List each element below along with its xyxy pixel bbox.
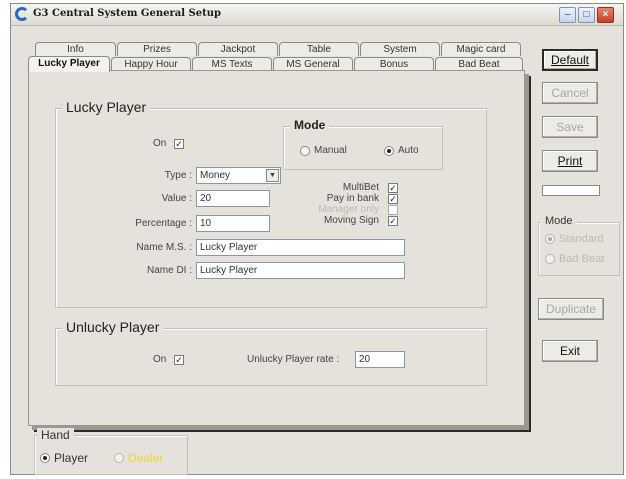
multibet-checkbox[interactable]: ✓ [388,183,398,193]
cancel-button[interactable]: Cancel [542,82,598,104]
tab-system[interactable]: System [360,42,440,56]
setup-window: G3 Central System General Setup – □ × In… [10,3,624,475]
percentage-input[interactable]: 10 [196,215,270,232]
mode-auto-radio[interactable] [384,146,394,156]
unlucky-on-checkbox[interactable]: ✓ [174,355,184,365]
tab-magic-card[interactable]: Magic card [441,42,521,56]
app-icon [15,7,29,21]
tab-info[interactable]: Info [35,42,116,56]
tab-bonus[interactable]: Bonus [354,57,434,71]
manager-only-checkbox[interactable] [388,205,398,215]
tab-table[interactable]: Table [279,42,359,56]
hand-player-label: Player [54,451,89,465]
hand-dealer-radio[interactable] [114,453,124,463]
tab-prizes[interactable]: Prizes [117,42,197,56]
tab-bad-beat[interactable]: Bad Beat [435,57,523,71]
mode-manual-label: Manual [314,145,347,156]
hand-player-radio[interactable] [40,453,50,463]
hand-dealer-label: Dealer [128,451,164,465]
default-button-label: Default [550,53,590,67]
tab-lucky-player[interactable]: Lucky Player [28,56,110,72]
tab-panel: Lucky Player On ✓ Type : Money ▼ Value :… [28,70,525,426]
percentage-label: Percentage : [135,218,192,229]
title-bar[interactable]: G3 Central System General Setup – □ × [11,4,623,26]
type-select-value: Money [200,170,231,181]
mode-auto-label: Auto [398,145,419,156]
mode-title: Mode [290,118,330,132]
tab-happy-hour[interactable]: Happy Hour [111,57,191,71]
duplicate-button[interactable]: Duplicate [538,298,604,320]
unlucky-rate-input[interactable]: 20 [355,351,405,368]
value-label: Value : [161,193,192,204]
lucky-on-label: On [153,138,167,149]
tab-ms-general[interactable]: MS General [273,57,353,71]
close-button[interactable]: × [597,7,614,23]
save-button[interactable]: Save [542,116,598,138]
unlucky-on-label: On [153,354,167,365]
manager-only-label: Manager only [318,204,379,215]
default-button[interactable]: Default [542,49,598,71]
name-ms-label: Name M.S. : [136,242,192,253]
mode-group: Mode Manual Auto [283,118,443,170]
hand-group: Hand Player Dealer [34,428,188,475]
lucky-player-group: Lucky Player On ✓ Type : Money ▼ Value :… [55,99,487,308]
mode-manual-radio[interactable] [300,146,310,156]
value-input[interactable]: 20 [196,190,270,207]
multibet-label: MultiBet [342,182,379,193]
unlucky-player-title: Unlucky Player [62,319,164,335]
moving-sign-label: Moving Sign [323,215,379,226]
hand-title: Hand [37,428,74,442]
tab-jackpot[interactable]: Jackpot [198,42,278,56]
name-di-label: Name DI : [146,265,192,276]
bad-beat-radio[interactable] [545,254,555,264]
exit-button[interactable]: Exit [542,340,598,362]
moving-sign-checkbox[interactable]: ✓ [388,216,398,226]
status-field [542,185,600,196]
lucky-on-checkbox[interactable]: ✓ [174,139,184,149]
standard-label: Standard [559,233,604,245]
lucky-player-title: Lucky Player [62,99,151,115]
standard-radio[interactable] [545,234,555,244]
type-select[interactable]: Money ▼ [196,167,281,184]
minimize-button[interactable]: – [559,7,576,23]
side-mode-title: Mode [541,215,577,227]
window-title: G3 Central System General Setup [33,8,221,19]
side-mode-group: Mode Standard Bad Beat [538,215,620,276]
name-di-input[interactable]: Lucky Player [196,262,405,279]
pay-in-bank-checkbox[interactable]: ✓ [388,194,398,204]
bad-beat-label: Bad Beat [559,253,605,265]
print-button[interactable]: Print [542,150,598,172]
unlucky-rate-label: Unlucky Player rate : [247,354,340,365]
unlucky-player-group: Unlucky Player On ✓ Unlucky Player rate … [55,319,487,386]
maximize-button[interactable]: □ [578,7,595,23]
tab-ms-texts[interactable]: MS Texts [192,57,272,71]
name-ms-input[interactable]: Lucky Player [196,239,405,256]
print-button-label: Print [557,154,583,168]
chevron-down-icon[interactable]: ▼ [266,169,279,182]
type-label: Type : [164,170,192,181]
pay-in-bank-label: Pay in bank [326,193,379,204]
